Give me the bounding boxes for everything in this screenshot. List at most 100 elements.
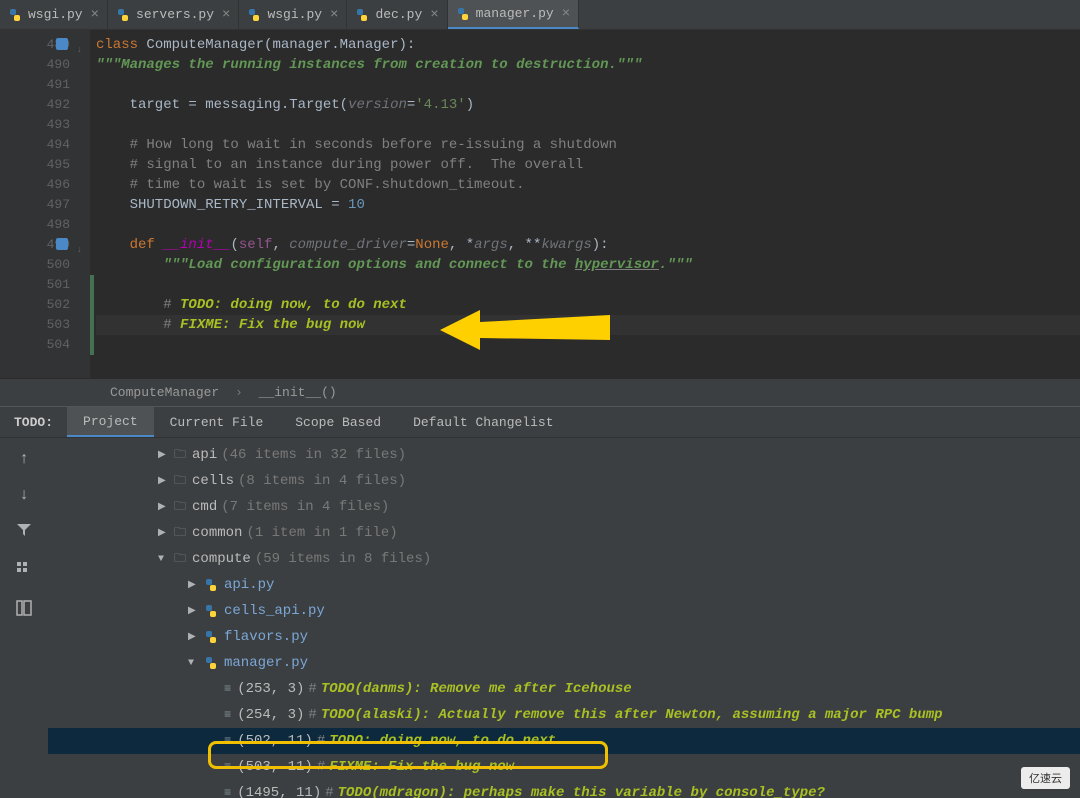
todo-item[interactable]: ≡(1495, 11)#TODO(mdragon): perhaps make …: [48, 780, 1080, 798]
scope-based[interactable]: Scope Based: [279, 407, 397, 437]
close-icon[interactable]: ×: [91, 7, 99, 23]
code-editor[interactable]: 489↓ 490 491 492 493 494 495 496 497 498…: [0, 30, 1080, 378]
override-marker-icon[interactable]: [56, 38, 68, 50]
arrow-up-icon[interactable]: ↑: [19, 450, 29, 468]
close-icon[interactable]: ×: [330, 7, 338, 23]
line-number[interactable]: 498: [0, 215, 70, 235]
gutter[interactable]: 489↓ 490 491 492 493 494 495 496 497 498…: [0, 30, 90, 378]
tree-folder[interactable]: ▼🗀compute(59 items in 8 files): [48, 546, 1080, 572]
vcs-change-indicator[interactable]: [90, 275, 94, 355]
line-number[interactable]: 491: [0, 75, 70, 95]
arrow-down-icon: ↓: [77, 240, 82, 260]
line-number[interactable]: 492: [0, 95, 70, 115]
code-line: # time to wait is set by CONF.shutdown_t…: [96, 175, 1080, 195]
tree-file[interactable]: ▶flavors.py: [48, 624, 1080, 650]
tab-dec[interactable]: dec.py ×: [347, 0, 447, 29]
code-line: SHUTDOWN_RETRY_INTERVAL = 10: [96, 195, 1080, 215]
line-number[interactable]: 489↓: [0, 35, 70, 55]
code-line: class ComputeManager(manager.Manager):: [96, 35, 1080, 55]
code-line: """Manages the running instances from cr…: [96, 55, 1080, 75]
python-file-icon: [204, 578, 218, 592]
close-icon[interactable]: ×: [430, 7, 438, 23]
tab-label: servers.py: [136, 7, 214, 22]
scope-project[interactable]: Project: [67, 407, 154, 437]
line-number[interactable]: 497: [0, 195, 70, 215]
python-file-icon: [204, 604, 218, 618]
line-number[interactable]: 504: [0, 335, 70, 355]
tree-file[interactable]: ▶api.py: [48, 572, 1080, 598]
todo-panel: ↑ ↓ ▶🗀api(46 items in 32 files) ▶🗀cells(…: [0, 438, 1080, 798]
tree-file[interactable]: ▼manager.py: [48, 650, 1080, 676]
arrow-down-icon[interactable]: ↓: [19, 486, 29, 504]
python-file-icon: [204, 656, 218, 670]
collapse-icon[interactable]: ▼: [188, 658, 202, 669]
editor-tabs: wsgi.py × servers.py × wsgi.py × dec.py …: [0, 0, 1080, 30]
todo-toolbar: ↑ ↓: [0, 438, 48, 798]
collapse-icon[interactable]: ▼: [158, 554, 172, 565]
scope-current-file[interactable]: Current File: [154, 407, 280, 437]
tree-folder[interactable]: ▶🗀cmd(7 items in 4 files): [48, 494, 1080, 520]
line-number[interactable]: 496: [0, 175, 70, 195]
scope-default-changelist[interactable]: Default Changelist: [397, 407, 569, 437]
code-line: [96, 115, 1080, 135]
layout-icon[interactable]: [16, 600, 32, 621]
code-line: target = messaging.Target(version='4.13'…: [96, 95, 1080, 115]
breadcrumb-item[interactable]: ComputeManager: [110, 385, 219, 400]
close-icon[interactable]: ×: [562, 6, 570, 22]
expand-icon[interactable]: ▶: [188, 605, 202, 617]
list-item-icon: ≡: [224, 682, 231, 696]
expand-icon[interactable]: ▶: [158, 475, 172, 487]
tree-folder[interactable]: ▶🗀cells(8 items in 4 files): [48, 468, 1080, 494]
tree-file[interactable]: ▶cells_api.py: [48, 598, 1080, 624]
code-line: # signal to an instance during power off…: [96, 155, 1080, 175]
close-icon[interactable]: ×: [222, 7, 230, 23]
tab-wsgi-2[interactable]: wsgi.py ×: [239, 0, 347, 29]
group-by-icon[interactable]: [16, 561, 32, 582]
chevron-right-icon: ›: [235, 385, 243, 400]
list-item-icon: ≡: [224, 708, 231, 722]
folder-icon: 🗀: [174, 549, 186, 570]
tab-label: wsgi.py: [28, 7, 83, 22]
expand-icon[interactable]: ▶: [158, 449, 172, 461]
list-item-icon: ≡: [224, 734, 231, 748]
code-line: [96, 215, 1080, 235]
code-line: [96, 75, 1080, 95]
expand-icon[interactable]: ▶: [188, 579, 202, 591]
tree-folder[interactable]: ▶🗀api(46 items in 32 files): [48, 442, 1080, 468]
expand-icon[interactable]: ▶: [158, 501, 172, 513]
code-line: def __init__(self, compute_driver=None, …: [96, 235, 1080, 255]
line-number[interactable]: 500: [0, 255, 70, 275]
code-line: # How long to wait in seconds before re-…: [96, 135, 1080, 155]
python-file-icon: [355, 8, 369, 22]
tree-folder[interactable]: ▶🗀common(1 item in 1 file): [48, 520, 1080, 546]
list-item-icon: ≡: [224, 786, 231, 798]
todo-item[interactable]: ≡(503, 11)#FIXME: Fix the bug now: [48, 754, 1080, 780]
todo-tree[interactable]: ▶🗀api(46 items in 32 files) ▶🗀cells(8 it…: [48, 438, 1080, 798]
line-number[interactable]: 495: [0, 155, 70, 175]
expand-icon[interactable]: ▶: [188, 631, 202, 643]
line-number[interactable]: 499↓: [0, 235, 70, 255]
todo-item[interactable]: ≡(254, 3)#TODO(alaski): Actually remove …: [48, 702, 1080, 728]
code-content[interactable]: class ComputeManager(manager.Manager): "…: [90, 30, 1080, 378]
breadcrumb-item[interactable]: __init__(): [259, 385, 337, 400]
line-number[interactable]: 502: [0, 295, 70, 315]
code-line: [96, 275, 1080, 295]
line-number[interactable]: 501: [0, 275, 70, 295]
arrow-down-icon: ↓: [77, 40, 82, 60]
python-file-icon: [116, 8, 130, 22]
filter-icon[interactable]: [16, 522, 32, 543]
todo-item[interactable]: ≡(253, 3)#TODO(danms): Remove me after I…: [48, 676, 1080, 702]
line-number[interactable]: 490: [0, 55, 70, 75]
breadcrumb[interactable]: ComputeManager › __init__(): [0, 378, 1080, 406]
code-line: # TODO: doing now, to do next: [96, 295, 1080, 315]
tab-servers[interactable]: servers.py ×: [108, 0, 239, 29]
override-marker-icon[interactable]: [56, 238, 68, 250]
line-number[interactable]: 494: [0, 135, 70, 155]
expand-icon[interactable]: ▶: [158, 527, 172, 539]
todo-item[interactable]: ≡(502, 11)#TODO: doing now, to do next: [48, 728, 1080, 754]
tab-wsgi-1[interactable]: wsgi.py ×: [0, 0, 108, 29]
tab-manager[interactable]: manager.py ×: [448, 0, 579, 29]
code-line: # FIXME: Fix the bug now: [96, 315, 1080, 335]
line-number[interactable]: 493: [0, 115, 70, 135]
line-number[interactable]: 503: [0, 315, 70, 335]
